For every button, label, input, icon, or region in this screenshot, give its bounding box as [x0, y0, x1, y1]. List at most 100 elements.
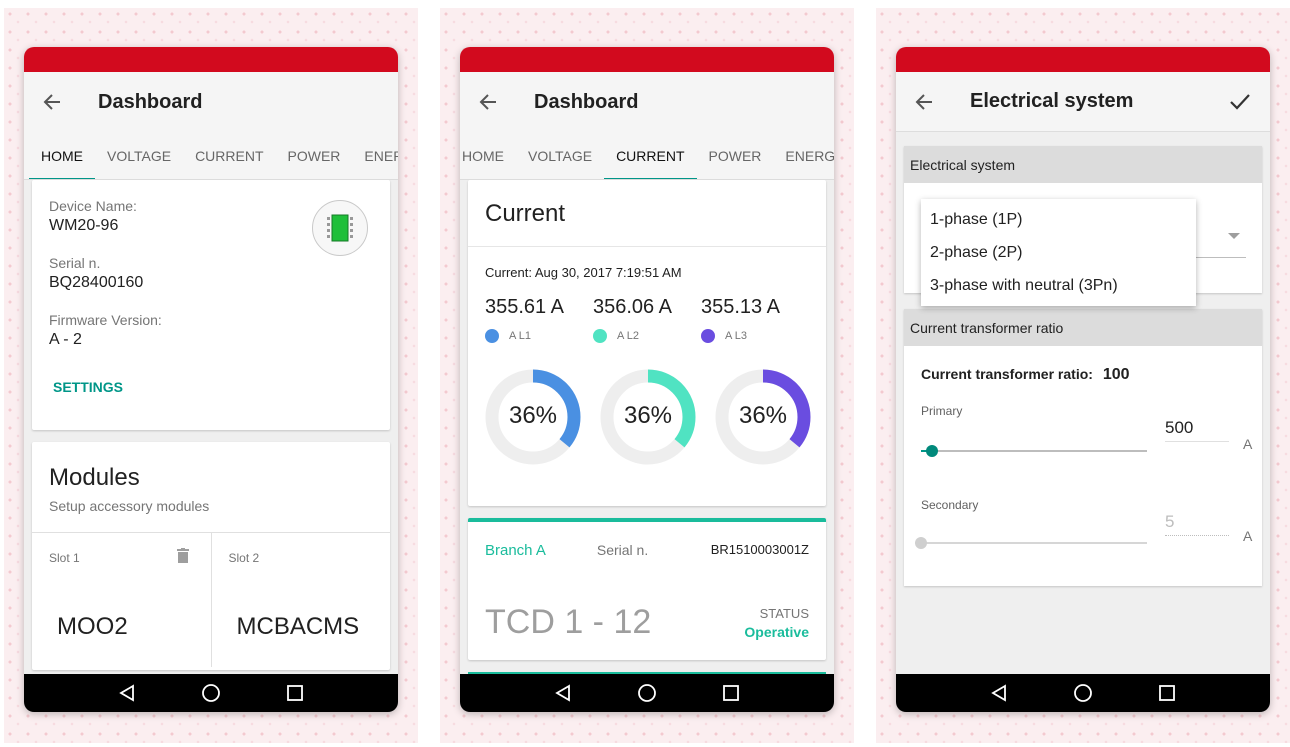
current-content: Current Current: Aug 30, 2017 7:19:51 AM… [460, 180, 834, 674]
electrical-content: Electrical system 1-phase (1P) 2-phase (… [896, 132, 1270, 674]
branch-status: STATUS Operative [744, 606, 809, 640]
gauge-l2-label: 36% [623, 402, 673, 429]
tab-bar: HOME VOLTAGE CURRENT POWER ENERGY [460, 132, 834, 180]
primary-unit: A [1243, 436, 1253, 452]
slot-1-label: Slot 1 [49, 551, 80, 565]
nav-back-icon[interactable] [552, 682, 574, 704]
tab-power[interactable]: POWER [697, 132, 774, 179]
legend-dot-l1 [485, 329, 499, 343]
phone-electrical-screen: Electrical system Electrical system 1-ph… [896, 47, 1270, 712]
primary-slider-block: Primary 500 A [904, 384, 1262, 478]
modules-header: Modules Setup accessory modules [32, 442, 390, 533]
phase-l2-value: 356.06 A [593, 296, 672, 318]
app-bar: Dashboard [24, 72, 398, 132]
phase-l2-legend: A L2 [617, 330, 640, 342]
primary-slider-thumb[interactable] [926, 445, 939, 457]
electrical-system-header: Electrical system [904, 146, 1262, 183]
branch-card[interactable]: Branch A Serial n. BR1510003001Z TCD 1 -… [468, 518, 826, 660]
slot-2-value: MCBACMS [236, 613, 360, 640]
back-arrow-icon[interactable] [476, 90, 500, 114]
status-bar [460, 47, 834, 72]
tab-home[interactable]: HOME [29, 132, 95, 179]
primary-label: Primary [921, 404, 963, 418]
secondary-input[interactable]: 5 [1165, 510, 1229, 536]
primary-input[interactable]: 500 [1165, 416, 1229, 442]
app-bar: Electrical system [896, 72, 1270, 132]
modules-title: Modules [49, 464, 140, 491]
tab-bar: HOME VOLTAGE CURRENT POWER ENER [24, 132, 398, 180]
slot-1[interactable]: Slot 1 MOO2 [32, 533, 211, 667]
trash-icon[interactable] [176, 548, 189, 568]
status-bar [896, 47, 1270, 72]
page-title: Dashboard [534, 90, 639, 113]
firmware-label: Firmware Version: [49, 312, 162, 328]
tab-home[interactable]: HOME [460, 132, 516, 179]
secondary-label: Secondary [921, 498, 979, 512]
nav-recents-icon[interactable] [720, 682, 742, 704]
tab-voltage[interactable]: VOLTAGE [516, 132, 604, 179]
nav-back-icon[interactable] [116, 682, 138, 704]
modules-card: Modules Setup accessory modules Slot 1 M… [32, 442, 390, 670]
back-arrow-icon[interactable] [40, 90, 64, 114]
branch-row: Branch A Serial n. BR1510003001Z [468, 522, 826, 559]
electrical-system-menu: 1-phase (1P) 2-phase (2P) 3-phase with n… [921, 199, 1196, 306]
app-bar: Dashboard [460, 72, 834, 132]
phase-l3-value: 355.13 A [701, 296, 780, 318]
phase-l1: 355.61 A A L1 [485, 296, 593, 343]
phase-gauges: 36% 36% 36% [468, 343, 826, 466]
secondary-unit: A [1243, 528, 1253, 544]
settings-button[interactable]: SETTINGS [53, 379, 123, 395]
tab-current[interactable]: CURRENT [604, 132, 697, 179]
tab-energy[interactable]: ENER [352, 132, 398, 179]
slot-2[interactable]: Slot 2 MCBACMS [210, 533, 391, 667]
ct-ratio-label: Current transformer ratio: [921, 366, 1093, 382]
slot-1-value: MOO2 [57, 613, 128, 640]
page-title: Electrical system [970, 90, 1134, 112]
menu-item-2-phase[interactable]: 2-phase (2P) [921, 236, 1196, 269]
secondary-slider-thumb[interactable] [915, 537, 927, 549]
menu-item-3-phase-neutral[interactable]: 3-phase with neutral (3Pn) [921, 269, 1196, 302]
nav-back-icon[interactable] [988, 682, 1010, 704]
gauge-l1-label: 36% [508, 402, 558, 429]
nav-home-icon[interactable] [200, 682, 222, 704]
device-module-icon [312, 200, 368, 256]
status-label: STATUS [759, 606, 809, 621]
legend-dot-l3 [701, 329, 715, 343]
tab-current[interactable]: CURRENT [183, 132, 275, 179]
tcd-label: TCD 1 - 12 [485, 603, 652, 641]
firmware-value: A - 2 [49, 331, 82, 348]
electrical-system-dropdown[interactable]: 1-phase (1P) 2-phase (2P) 3-phase with n… [904, 183, 1262, 306]
nav-recents-icon[interactable] [284, 682, 306, 704]
tab-power[interactable]: POWER [276, 132, 353, 179]
status-value: Operative [744, 624, 809, 640]
android-nav-bar [896, 674, 1270, 712]
nav-recents-icon[interactable] [1156, 682, 1178, 704]
phase-values: 355.61 A A L1 356.06 A A L2 355.13 A A L… [468, 280, 826, 343]
modules-subtitle: Setup accessory modules [49, 498, 210, 514]
tab-voltage[interactable]: VOLTAGE [95, 132, 183, 179]
ct-ratio-header: Current transformer ratio [904, 309, 1262, 346]
tab-energy[interactable]: ENERGY [773, 132, 834, 179]
nav-home-icon[interactable] [636, 682, 658, 704]
gauge-l3: 36% [714, 368, 812, 466]
serial-value: BQ28400160 [49, 274, 144, 291]
branch-name: Branch A [485, 542, 546, 559]
menu-item-1-phase[interactable]: 1-phase (1P) [921, 203, 1196, 236]
phone-current-screen: Dashboard HOME VOLTAGE CURRENT POWER ENE… [460, 47, 834, 712]
check-icon[interactable] [1226, 90, 1254, 114]
phone-home-screen: Dashboard HOME VOLTAGE CURRENT POWER ENE… [24, 47, 398, 712]
nav-home-icon[interactable] [1072, 682, 1094, 704]
secondary-slider[interactable] [915, 537, 1147, 549]
ct-ratio-section: Current transformer ratio Current transf… [904, 309, 1262, 586]
ct-ratio-row: Current transformer ratio: 100 [904, 346, 1262, 384]
page-title: Dashboard [98, 90, 203, 113]
current-timestamp: Current: Aug 30, 2017 7:19:51 AM [485, 265, 682, 280]
android-nav-bar [24, 674, 398, 712]
branch-serial-label: Serial n. [596, 542, 649, 558]
back-arrow-icon[interactable] [912, 90, 936, 114]
module-slots: Slot 1 MOO2 Slot 2 MCBACMS [32, 533, 390, 667]
primary-slider[interactable] [921, 445, 1147, 457]
current-card-title: Current [468, 180, 826, 247]
dropdown-arrow-icon[interactable] [1228, 233, 1240, 239]
phase-l3: 355.13 A A L3 [701, 296, 809, 343]
